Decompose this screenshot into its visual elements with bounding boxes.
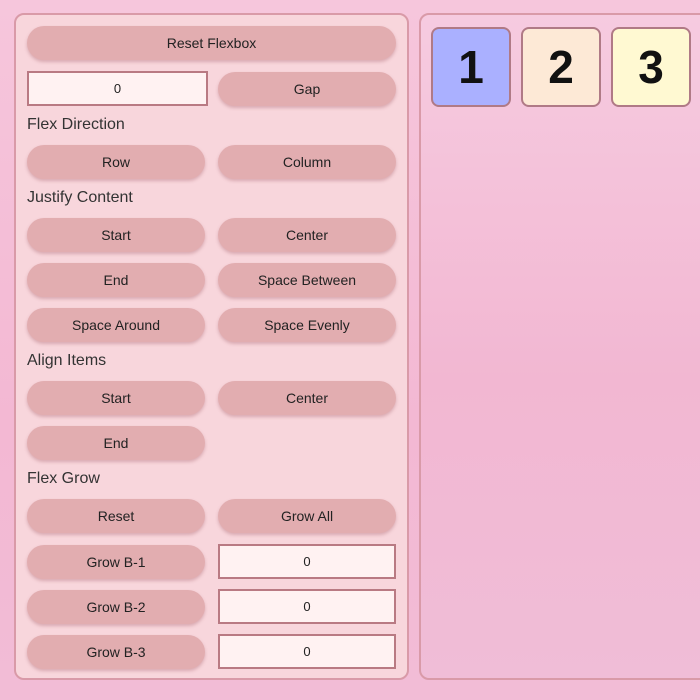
grow-reset-button[interactable]: Reset (27, 499, 205, 533)
column-button[interactable]: Column (218, 145, 396, 179)
control-panel: Reset Flexbox Gap Flex Direction Row Col… (14, 13, 409, 680)
flex-box-3: 3 (611, 27, 691, 107)
justify-space-between-button[interactable]: Space Between (218, 263, 396, 297)
grow-b3-button[interactable]: Grow B-3 (27, 635, 205, 669)
grow-all-button[interactable]: Grow All (218, 499, 396, 533)
align-items-heading: Align Items (27, 352, 107, 369)
grow-b2-button[interactable]: Grow B-2 (27, 590, 205, 624)
grow-b1-input[interactable] (218, 544, 396, 579)
align-start-button[interactable]: Start (27, 381, 205, 415)
flex-container: 1 2 3 (419, 13, 700, 680)
flex-box-1: 1 (431, 27, 511, 107)
flex-box-2: 2 (521, 27, 601, 107)
grow-b2-input[interactable] (218, 589, 396, 624)
gap-button[interactable]: Gap (218, 72, 396, 106)
justify-content-heading: Justify Content (27, 189, 133, 206)
justify-start-button[interactable]: Start (27, 218, 205, 252)
flex-direction-heading: Flex Direction (27, 116, 125, 133)
justify-end-button[interactable]: End (27, 263, 205, 297)
grow-b3-input[interactable] (218, 634, 396, 669)
row-button[interactable]: Row (27, 145, 205, 179)
align-end-button[interactable]: End (27, 426, 205, 460)
justify-center-button[interactable]: Center (218, 218, 396, 252)
flex-grow-heading: Flex Grow (27, 470, 100, 487)
justify-space-around-button[interactable]: Space Around (27, 308, 205, 342)
justify-space-evenly-button[interactable]: Space Evenly (218, 308, 396, 342)
align-center-button[interactable]: Center (218, 381, 396, 415)
reset-flexbox-button[interactable]: Reset Flexbox (27, 26, 396, 60)
gap-input[interactable] (27, 71, 208, 106)
grow-b1-button[interactable]: Grow B-1 (27, 545, 205, 579)
